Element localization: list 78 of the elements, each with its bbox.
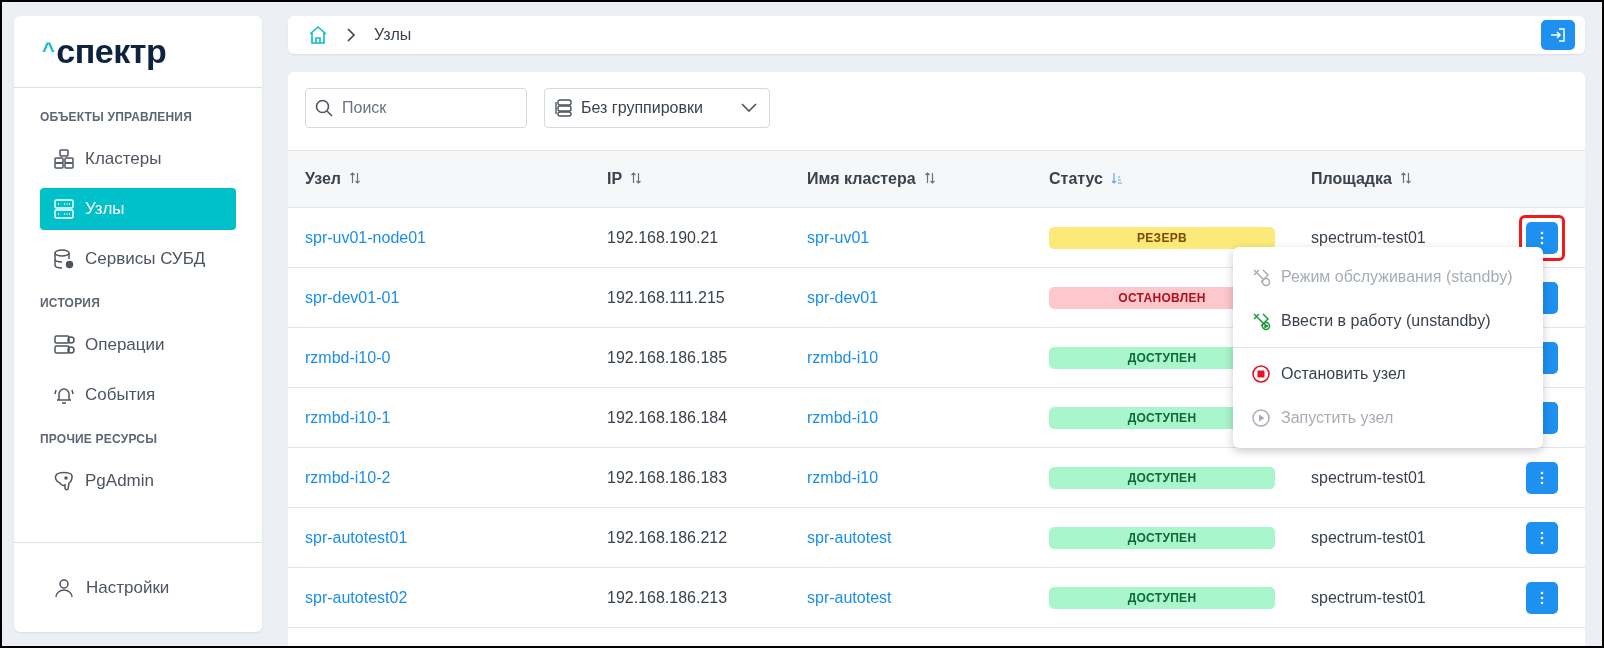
sidebar-item[interactable]: Сервисы СУБД <box>40 238 236 280</box>
ip-address: 192.168.111.215 <box>607 288 725 306</box>
elephant-icon <box>53 470 75 492</box>
search-field[interactable]: Поиск <box>305 88 527 128</box>
actions-button[interactable] <box>1526 521 1558 554</box>
more-icon <box>1540 230 1544 245</box>
home-icon[interactable] <box>308 25 328 45</box>
sort-icon[interactable] <box>630 172 643 184</box>
sort-icon[interactable] <box>1110 172 1123 184</box>
column-header: Имя кластера <box>807 170 916 188</box>
ip-address: 192.168.190.21 <box>607 228 719 246</box>
operations-icon <box>53 334 75 356</box>
actions-button[interactable] <box>1526 581 1558 614</box>
cluster-link[interactable]: spr-autotest <box>807 588 892 606</box>
column-header: Статус <box>1049 170 1103 188</box>
cluster-link[interactable]: spr-dev01 <box>807 288 879 306</box>
node-link[interactable]: rzmbd-i10-2 <box>305 468 391 486</box>
server-icon <box>53 198 75 220</box>
node-link[interactable]: rzmbd-i10-0 <box>305 348 391 366</box>
more-icon <box>1540 590 1544 605</box>
settings-item[interactable]: Настройки <box>14 542 262 632</box>
node-link[interactable]: spr-autotest02 <box>305 588 408 606</box>
column-header: Площадка <box>1311 170 1392 188</box>
actions-button[interactable] <box>1526 221 1558 254</box>
status-badge: ДОСТУПЕН <box>1049 586 1275 609</box>
status-badge: ДОСТУПЕН <box>1049 466 1275 489</box>
sort-icon[interactable] <box>923 172 936 184</box>
status-badge: РЕЗЕРВ <box>1049 226 1275 249</box>
stop-icon <box>1251 364 1271 384</box>
tools-icon <box>1251 311 1271 331</box>
site-name: spectrum-test01 <box>1311 588 1426 606</box>
search-icon <box>315 99 333 117</box>
sort-icon[interactable] <box>348 172 361 184</box>
more-icon <box>1540 530 1544 545</box>
grouping-select[interactable]: Без группировки <box>544 88 770 128</box>
cluster-link[interactable]: spr-autotest <box>807 528 892 546</box>
login-button[interactable] <box>1541 20 1575 50</box>
logo: ^спектр <box>14 16 262 88</box>
ip-address: 192.168.186.184 <box>607 408 728 426</box>
site-name: spectrum-test01 <box>1311 528 1426 546</box>
layers-icon <box>555 99 573 117</box>
cluster-icon <box>53 148 75 170</box>
actions-button[interactable] <box>1526 461 1558 494</box>
database-icon <box>53 248 75 270</box>
site-name: spectrum-test01 <box>1311 468 1426 486</box>
login-icon <box>1550 27 1566 43</box>
ip-address: 192.168.186.185 <box>607 348 728 366</box>
cluster-link[interactable]: rzmbd-i10 <box>807 408 879 426</box>
node-link[interactable]: spr-uv01-node01 <box>305 228 426 246</box>
sidebar-item[interactable]: Операции <box>40 324 236 366</box>
section-title: ИСТОРИЯ <box>40 296 101 310</box>
breadcrumb-current: Узлы <box>374 26 412 44</box>
column-header: IP <box>607 170 623 188</box>
status-badge: ДОСТУПЕН <box>1049 526 1275 549</box>
ip-address: 192.168.186.212 <box>607 528 728 546</box>
site-name: spectrum-test01 <box>1311 228 1426 246</box>
sidebar-item[interactable]: PgAdmin <box>40 460 236 502</box>
chevron-down-icon <box>741 103 757 113</box>
cluster-link[interactable]: spr-uv01 <box>807 228 870 246</box>
node-link[interactable]: spr-dev01-01 <box>305 288 400 306</box>
section-title: ПРОЧИЕ РЕСУРСЫ <box>40 432 159 446</box>
column-header: Узел <box>305 170 341 188</box>
user-icon <box>54 577 74 598</box>
tools-icon <box>1251 267 1271 287</box>
node-link[interactable]: rzmbd-i10-1 <box>305 408 391 426</box>
ip-address: 192.168.186.213 <box>607 588 728 606</box>
sidebar-item[interactable]: События <box>40 374 236 416</box>
play-icon <box>1251 408 1271 428</box>
cluster-link[interactable]: rzmbd-i10 <box>807 348 879 366</box>
sort-icon[interactable] <box>1399 172 1412 184</box>
sidebar-item[interactable]: Кластеры <box>40 138 236 180</box>
chevron-right-icon <box>346 28 356 42</box>
cluster-link[interactable]: rzmbd-i10 <box>807 468 879 486</box>
more-icon <box>1540 470 1544 485</box>
node-link[interactable]: spr-autotest01 <box>305 528 408 546</box>
section-title: ОБЪЕКТЫ УПРАВЛЕНИЯ <box>40 110 193 124</box>
sidebar-item[interactable]: Узлы <box>40 188 236 230</box>
ip-address: 192.168.186.183 <box>607 468 728 486</box>
